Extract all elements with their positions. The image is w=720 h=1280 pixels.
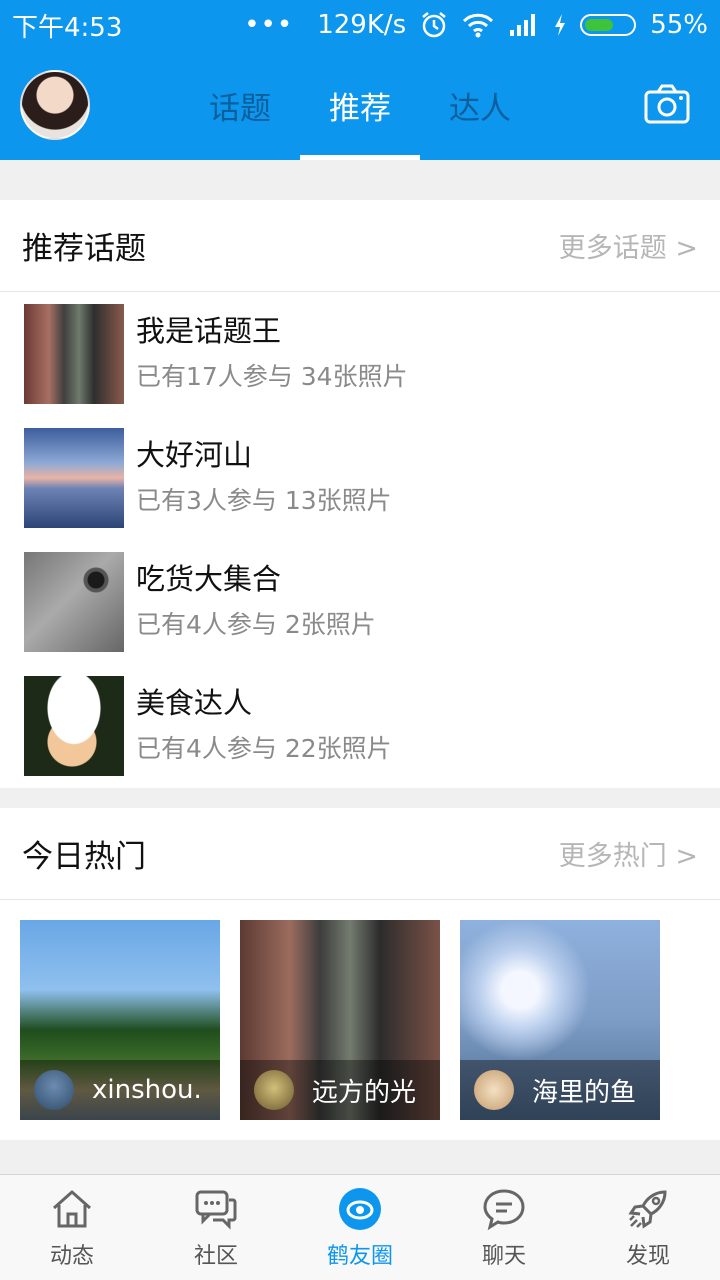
topic-item[interactable]: 大好河山 已有3人参与 13张照片 — [0, 416, 720, 540]
avatar — [34, 1070, 74, 1110]
hot-card[interactable]: 远方的光 — [240, 920, 440, 1120]
more-topics-link[interactable]: 更多话题 > — [559, 226, 698, 265]
topic-thumbnail — [24, 428, 124, 528]
topic-name: 吃货大集合 — [136, 562, 282, 596]
nav-item-crane-circle[interactable]: 鹤友圈 — [288, 1175, 432, 1280]
rocket-icon — [628, 1189, 667, 1229]
top-tabs: 话题 推荐 达人 — [180, 50, 540, 160]
hot-card-caption: 海里的鱼 — [460, 1060, 660, 1120]
network-speed: 129K/s — [317, 10, 407, 40]
topic-name: 我是话题王 — [136, 314, 282, 348]
nav-item-community[interactable]: 社区 — [144, 1175, 288, 1280]
status-bar: 下午4:53 ••• 129K/s 55% — [0, 0, 720, 50]
topic-meta: 已有17人参与 34张照片 — [136, 362, 408, 391]
topic-name: 美食达人 — [136, 686, 253, 720]
nav-label: 发现 — [625, 1243, 670, 1269]
topic-name: 大好河山 — [136, 438, 253, 472]
topic-item[interactable]: 吃货大集合 已有4人参与 2张照片 — [0, 540, 720, 664]
battery-icon — [580, 14, 637, 36]
chat-bubble-icon — [483, 1188, 525, 1230]
hot-header: 今日热门 更多热门 > — [0, 808, 720, 900]
topic-text: 我是话题王 已有17人参与 34张照片 — [136, 311, 408, 397]
more-hot-link[interactable]: 更多热门 > — [559, 834, 698, 873]
camera-icon[interactable] — [644, 84, 690, 124]
avatar — [474, 1070, 514, 1110]
topic-text: 吃货大集合 已有4人参与 2张照片 — [136, 559, 376, 645]
topic-item[interactable]: 美食达人 已有4人参与 22张照片 — [0, 664, 720, 788]
topic-meta: 已有4人参与 22张照片 — [136, 734, 392, 763]
hot-today-section: 今日热门 更多热门 > xinshou. 远方的光 海里的鱼 — [0, 808, 720, 1140]
topic-text: 大好河山 已有3人参与 13张照片 — [136, 435, 392, 521]
nav-label: 聊天 — [481, 1243, 526, 1269]
nav-label: 鹤友圈 — [326, 1243, 393, 1269]
community-chat-icon — [195, 1190, 237, 1230]
hot-card-user: 海里的鱼 — [532, 1077, 637, 1108]
hot-card-caption: xinshou. — [20, 1060, 220, 1120]
section-title: 推荐话题 — [22, 231, 146, 267]
nav-item-discover[interactable]: 发现 — [576, 1175, 720, 1280]
nav-item-chat[interactable]: 聊天 — [432, 1175, 576, 1280]
topic-thumbnail — [24, 552, 124, 652]
hot-card-user: xinshou. — [92, 1075, 202, 1105]
more-dots-icon: ••• — [244, 10, 294, 40]
avatar — [254, 1070, 294, 1110]
status-time: 下午4:53 — [12, 12, 123, 43]
bottom-nav: 动态 社区 鹤友圈 聊天 发现 — [0, 1174, 720, 1280]
nav-item-feed[interactable]: 动态 — [0, 1175, 144, 1280]
section-title: 今日热门 — [22, 839, 146, 875]
topic-item[interactable]: 我是话题王 已有17人参与 34张照片 — [0, 292, 720, 416]
hot-card-user: 远方的光 — [312, 1077, 417, 1108]
nav-label: 社区 — [193, 1243, 238, 1269]
topic-thumbnail — [24, 676, 124, 776]
signal-icon — [510, 14, 536, 36]
hot-cards: xinshou. 远方的光 海里的鱼 — [0, 900, 720, 1140]
hot-card[interactable]: 海里的鱼 — [460, 920, 660, 1120]
nav-label: 动态 — [49, 1243, 94, 1269]
recommended-header: 推荐话题 更多话题 > — [0, 200, 720, 292]
user-avatar[interactable] — [20, 70, 90, 140]
alarm-icon — [422, 12, 446, 38]
wifi-icon — [463, 13, 494, 38]
charging-icon — [555, 14, 566, 36]
battery-percent: 55% — [650, 10, 708, 40]
topic-text: 美食达人 已有4人参与 22张照片 — [136, 683, 392, 769]
tab-recommended[interactable]: 推荐 — [300, 50, 420, 160]
topic-thumbnail — [24, 304, 124, 404]
hot-card-caption: 远方的光 — [240, 1060, 440, 1120]
status-right: ••• 129K/s 55% — [244, 10, 708, 40]
hot-card[interactable]: xinshou. — [20, 920, 220, 1120]
recommended-topics-section: 推荐话题 更多话题 > 我是话题王 已有17人参与 34张照片 大好河山 已有3… — [0, 200, 720, 788]
topic-meta: 已有3人参与 13张照片 — [136, 486, 392, 515]
tab-topics[interactable]: 话题 — [180, 50, 300, 160]
topic-meta: 已有4人参与 2张照片 — [136, 610, 376, 639]
home-icon — [53, 1190, 91, 1227]
eye-circle-icon — [339, 1187, 381, 1230]
top-header: 话题 推荐 达人 — [0, 50, 720, 160]
tab-experts[interactable]: 达人 — [420, 50, 540, 160]
